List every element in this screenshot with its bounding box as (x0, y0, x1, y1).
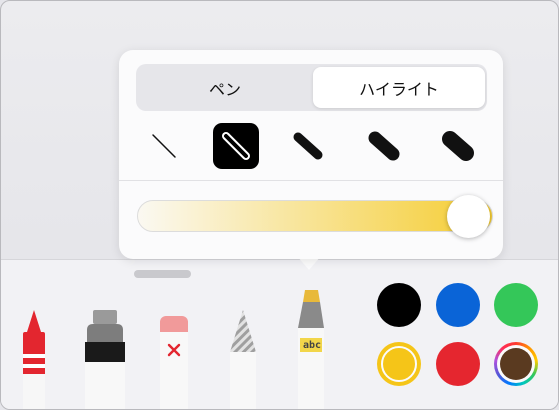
tab-highlight[interactable]: ハイライト (313, 67, 485, 108)
thickest-line-icon (442, 131, 474, 161)
pencil-tool[interactable] (226, 308, 260, 409)
custom-color-button[interactable] (494, 342, 538, 386)
stroke-width-options (119, 120, 503, 172)
mode-segmented-control: ペン ハイライト (136, 64, 487, 111)
medium-line-icon (222, 132, 250, 160)
tab-pen[interactable]: ペン (139, 67, 311, 108)
opacity-slider-thumb[interactable] (447, 195, 490, 238)
highlighter-tool[interactable]: abc (294, 288, 328, 409)
stroke-width-4[interactable] (361, 123, 407, 169)
crayon-icon (23, 310, 45, 409)
color-green-swatch[interactable] (494, 283, 538, 327)
color-blue-swatch[interactable] (436, 283, 480, 327)
markup-canvas: abc ペン ハイライト (0, 0, 559, 410)
popover-divider (119, 180, 503, 181)
eraser-tool[interactable] (158, 314, 190, 409)
thin-line-icon (152, 134, 176, 158)
stroke-width-5[interactable] (435, 123, 481, 169)
opacity-slider-track[interactable] (137, 200, 493, 232)
stroke-width-2[interactable] (213, 123, 259, 169)
highlighter-options-popover: ペン ハイライト (119, 50, 503, 259)
stroke-width-3[interactable] (285, 123, 331, 169)
paint-tube-icon (85, 310, 125, 409)
toolbar-grabber[interactable] (134, 270, 191, 278)
paint-tool[interactable] (83, 308, 127, 409)
markup-toolbar: abc (1, 259, 558, 409)
highlighter-label: abc (303, 340, 322, 351)
color-black-swatch[interactable] (377, 283, 421, 327)
color-red-swatch[interactable] (436, 342, 480, 386)
crayon-tool[interactable] (19, 308, 49, 409)
pencil-icon (230, 310, 256, 409)
color-yellow-swatch[interactable] (377, 342, 421, 386)
eraser-icon (160, 316, 188, 409)
stroke-width-1[interactable] (141, 123, 187, 169)
thick-line-icon (293, 132, 323, 160)
thicker-line-icon (368, 131, 400, 161)
color-wheel-icon (500, 348, 532, 380)
